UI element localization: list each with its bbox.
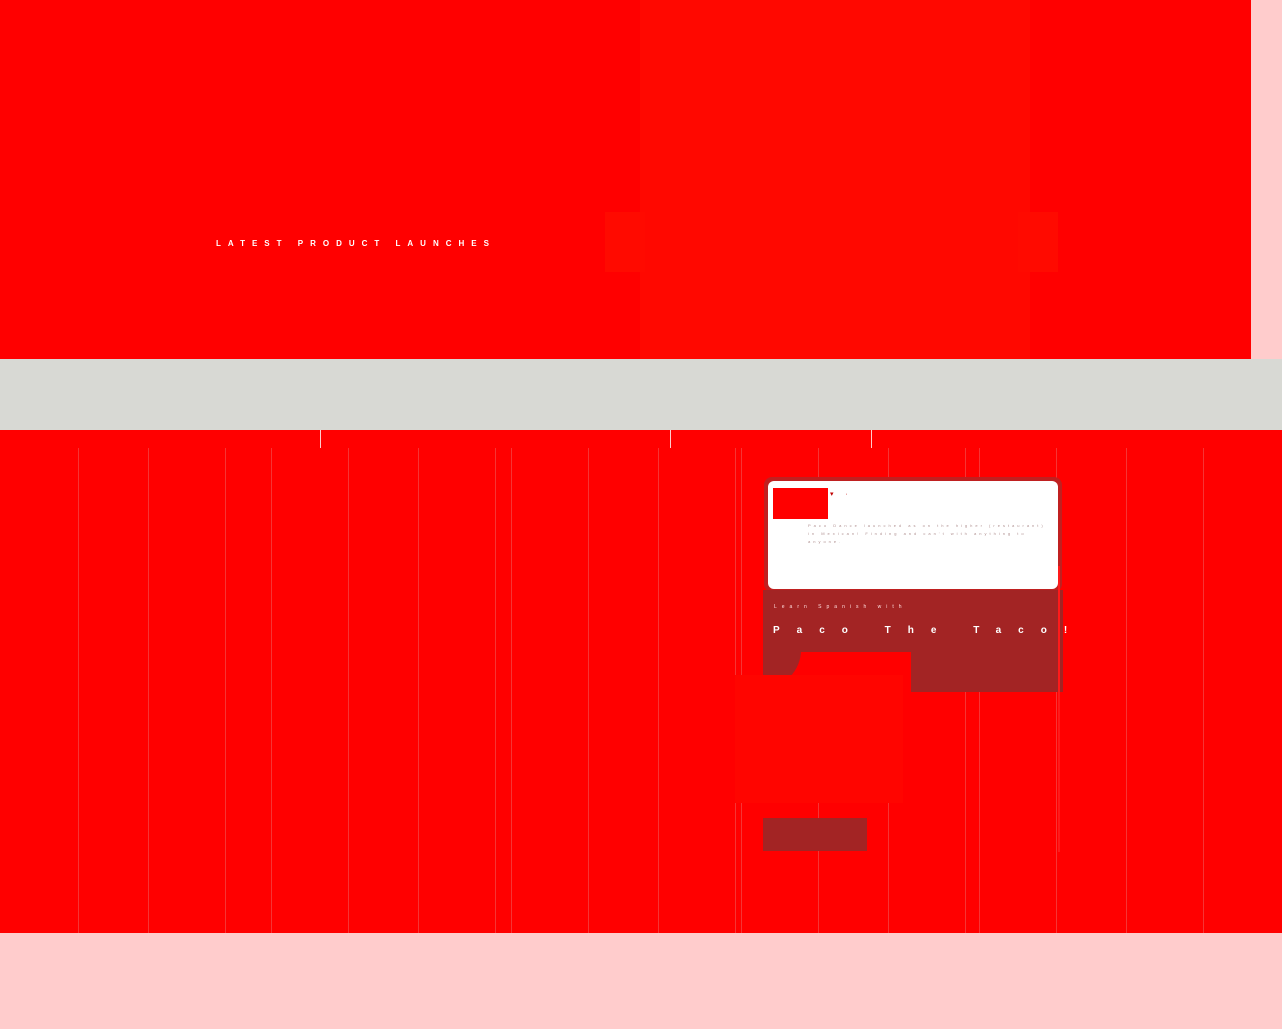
card-edge-line <box>1058 566 1060 852</box>
cta-button[interactable] <box>763 818 867 851</box>
grid-line <box>348 448 349 933</box>
scrollbar-track[interactable] <box>1251 0 1282 359</box>
hero-faded-panel <box>640 0 1030 359</box>
hero-title: LATEST PRODUCT LAUNCHES <box>216 239 496 248</box>
main-section <box>0 430 1282 933</box>
hero-section <box>0 0 1251 359</box>
product-image-placeholder <box>735 675 903 803</box>
hero-right-arrow-area[interactable] <box>1018 212 1058 272</box>
promo-subtitle: Learn Spanish with <box>774 604 907 610</box>
grid-line <box>1126 448 1127 933</box>
column-tick <box>670 430 671 448</box>
grid-line <box>1203 448 1204 933</box>
dropdown-indicator-icon[interactable]: ▾ · <box>830 490 853 498</box>
divider-band <box>0 359 1282 430</box>
grid-line <box>511 448 512 933</box>
grid-line <box>658 448 659 933</box>
grid-line <box>495 448 496 933</box>
hero-left-arrow-area[interactable] <box>605 212 645 272</box>
column-tick <box>320 430 321 448</box>
grid-line <box>271 448 272 933</box>
promo-title: Paco The Taco! <box>773 625 1085 636</box>
product-logo <box>773 488 828 519</box>
grid-line <box>148 448 149 933</box>
product-description: Paco Dance launched as on the higher (re… <box>808 523 1046 544</box>
grid-line <box>225 448 226 933</box>
grid-line <box>418 448 419 933</box>
grid-line <box>588 448 589 933</box>
grid-line <box>78 448 79 933</box>
column-tick <box>871 430 872 448</box>
